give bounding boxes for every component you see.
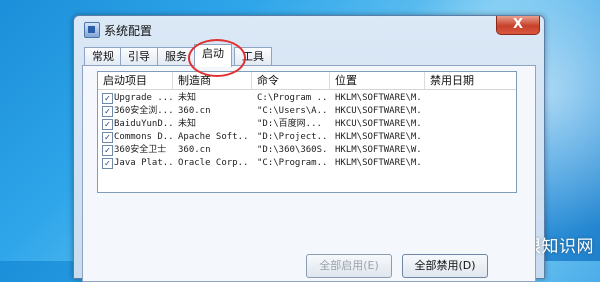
command: "D:\360\360S...: [257, 145, 329, 155]
list-header: 启动项目 制造商 命令 位置 禁用日期: [98, 72, 516, 90]
startup-checkbox[interactable]: ✓: [102, 119, 113, 130]
enable-all-button[interactable]: 全部启用(E): [306, 254, 392, 278]
item-name: BaiduYunD...: [114, 119, 172, 129]
command: "C:\Program...: [257, 158, 329, 168]
item-name: Upgrade ...: [114, 93, 172, 103]
location: HKCU\SOFTWARE\M...: [335, 106, 423, 116]
table-row[interactable]: ✓ Upgrade ... 未知 C:\Program ... HKLM\SOF…: [98, 92, 516, 105]
command: C:\Program ...: [257, 93, 329, 103]
manufacturer: 未知: [178, 119, 197, 129]
table-row[interactable]: ✓ BaiduYunD... 未知 "D:\百度网... HKCU\SOFTWA…: [98, 118, 516, 131]
command: "D:\百度网...: [257, 119, 322, 129]
column-header-command[interactable]: 命令: [252, 72, 330, 89]
item-name: Java Plat...: [114, 158, 172, 168]
location: HKLM\SOFTWARE\M...: [335, 158, 423, 168]
location: HKLM\SOFTWARE\W...: [335, 145, 423, 155]
startup-checkbox[interactable]: ✓: [102, 132, 113, 143]
table-row[interactable]: ✓ 360安全卫士 360.cn "D:\360\360S... HKLM\SO…: [98, 144, 516, 157]
close-button[interactable]: X: [496, 16, 540, 35]
manufacturer: Oracle Corp...: [178, 158, 250, 168]
location: HKLM\SOFTWARE\M...: [335, 132, 423, 142]
tab-general[interactable]: 常规: [84, 47, 122, 66]
location: HKCU\SOFTWARE\M...: [335, 119, 423, 129]
system-config-window: 系统配置 X 常规 引导 服务 启动 工具 启动项目 制造商 命令 位置 禁用日…: [73, 15, 545, 282]
title-bar[interactable]: 系统配置 X: [74, 16, 544, 42]
manufacturer: Apache Soft...: [178, 132, 250, 142]
column-header-location[interactable]: 位置: [330, 72, 425, 89]
location: HKLM\SOFTWARE\M...: [335, 93, 423, 103]
tab-boot[interactable]: 引导: [120, 47, 158, 66]
app-icon: [84, 22, 100, 38]
column-header-item[interactable]: 启动项目: [98, 72, 173, 89]
command: "D:\Project...: [257, 132, 329, 142]
startup-checkbox[interactable]: ✓: [102, 158, 113, 169]
item-name: 360安全浏...: [114, 106, 172, 116]
item-name: Commons D...: [114, 132, 172, 142]
startup-checkbox[interactable]: ✓: [102, 106, 113, 117]
manufacturer: 360.cn: [178, 145, 211, 155]
startup-checkbox[interactable]: ✓: [102, 145, 113, 156]
table-row[interactable]: ✓ Java Plat... Oracle Corp... "C:\Progra…: [98, 157, 516, 170]
startup-items-list[interactable]: 启动项目 制造商 命令 位置 禁用日期 ✓ Upgrade ... 未知 C:\…: [97, 71, 517, 193]
startup-checkbox[interactable]: ✓: [102, 93, 113, 104]
startup-tab-highlight-ring: [188, 39, 246, 77]
manufacturer: 360.cn: [178, 106, 211, 116]
table-row[interactable]: ✓ 360安全浏... 360.cn "C:\Users\A... HKCU\S…: [98, 105, 516, 118]
column-header-disabled-date[interactable]: 禁用日期: [425, 72, 516, 89]
window-title: 系统配置: [104, 24, 153, 38]
startup-panel: 启动项目 制造商 命令 位置 禁用日期 ✓ Upgrade ... 未知 C:\…: [82, 65, 536, 282]
table-row[interactable]: ✓ Commons D... Apache Soft... "D:\Projec…: [98, 131, 516, 144]
item-name: 360安全卫士: [114, 145, 167, 155]
command: "C:\Users\A...: [257, 106, 329, 116]
manufacturer: 未知: [178, 93, 197, 103]
disable-all-button[interactable]: 全部禁用(D): [402, 254, 488, 278]
